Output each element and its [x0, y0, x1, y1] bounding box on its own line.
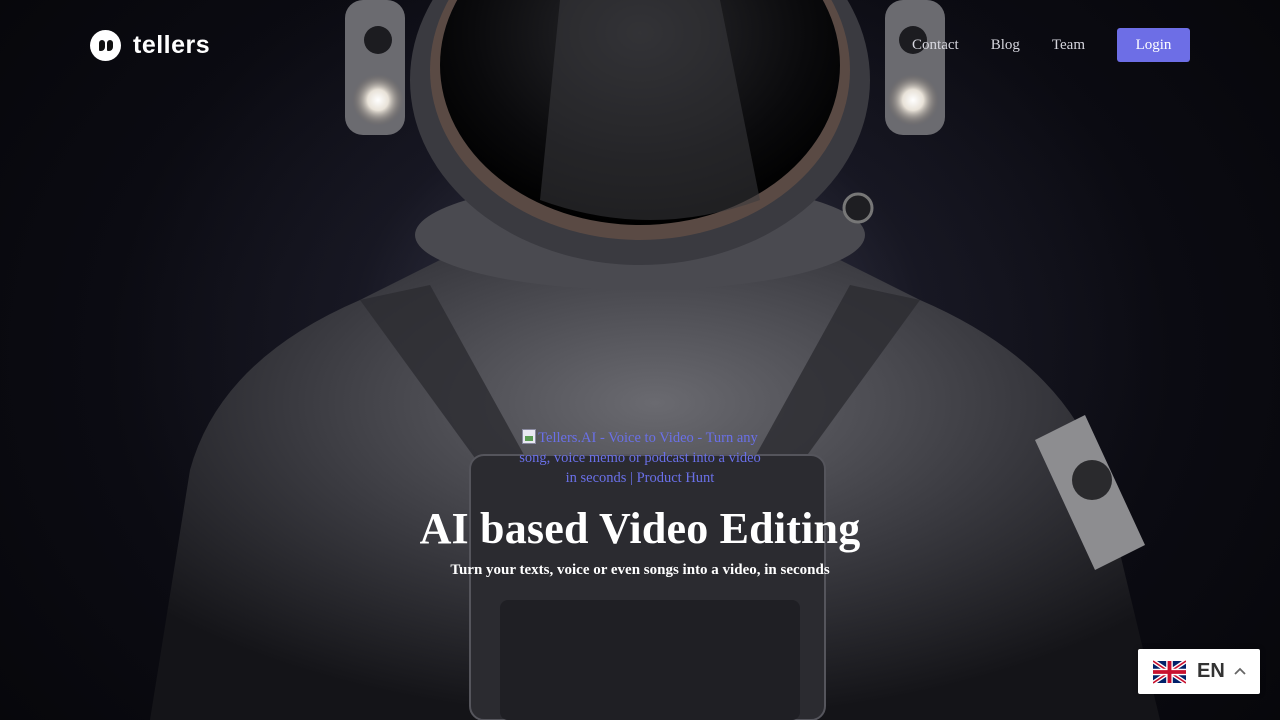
nav-link-team[interactable]: Team [1052, 37, 1085, 54]
astronaut-illustration [150, 0, 1160, 720]
chevron-up-icon [1234, 667, 1246, 675]
broken-image-icon [522, 429, 537, 444]
site-header: tellers Contact Blog Team Login [0, 0, 1280, 90]
login-button[interactable]: Login [1117, 28, 1190, 62]
uk-flag-icon [1153, 659, 1186, 684]
hero-background [0, 0, 1280, 720]
nav-link-contact[interactable]: Contact [912, 37, 959, 54]
brand-logo[interactable]: tellers [90, 29, 210, 61]
brand-name: tellers [133, 30, 211, 59]
product-hunt-badge-alt: Tellers.AI - Voice to Video - Turn any s… [519, 430, 761, 486]
product-hunt-badge[interactable]: Tellers.AI - Voice to Video - Turn any s… [514, 428, 766, 488]
hero-title: AI based Video Editing [419, 504, 861, 553]
language-code: EN [1197, 660, 1225, 682]
nav-link-blog[interactable]: Blog [991, 37, 1020, 54]
language-switcher[interactable]: EN [1138, 649, 1260, 694]
hero-subtitle: Turn your texts, voice or even songs int… [450, 562, 830, 578]
quote-mark-logo-icon [90, 29, 121, 61]
main-nav: Contact Blog Team Login [912, 28, 1190, 62]
